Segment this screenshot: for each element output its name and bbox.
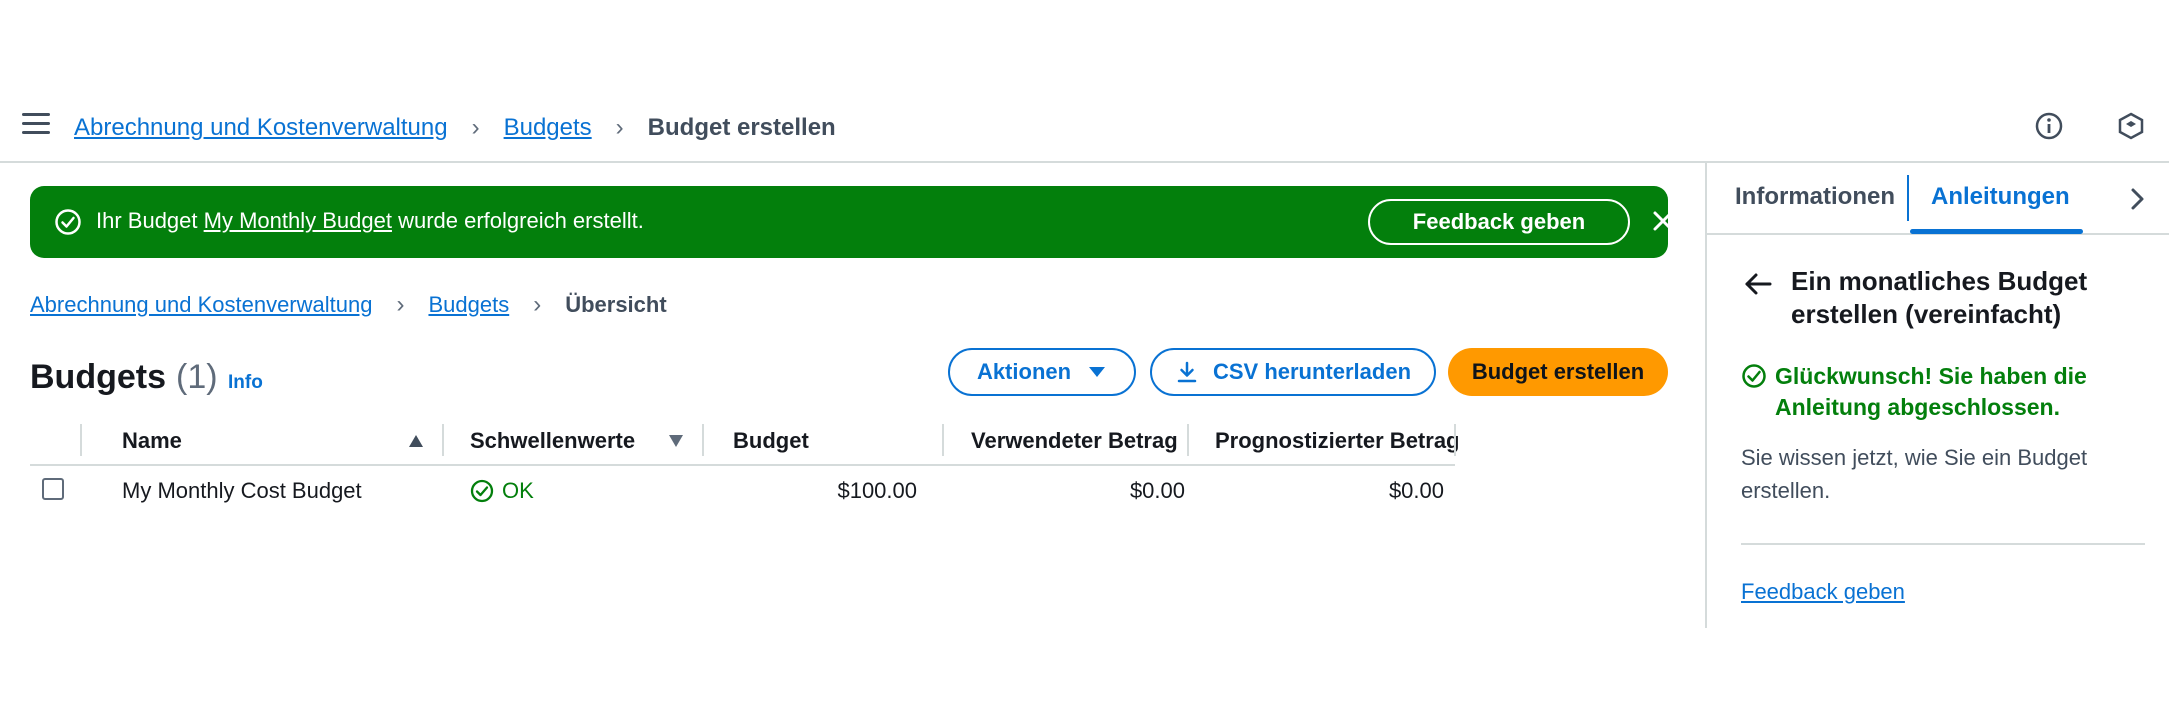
column-divider[interactable]: [442, 424, 444, 456]
success-flashbar: Ihr Budget My Monthly Budget wurde erfol…: [30, 186, 1673, 258]
actions-label: Aktionen: [976, 359, 1072, 384]
sort-ascending-icon[interactable]: [408, 434, 424, 448]
divider: [1741, 543, 2145, 545]
column-header-used[interactable]: Verwendeter Betrag: [971, 428, 1178, 454]
row-checkbox[interactable]: [42, 478, 64, 500]
flash-message: Ihr Budget My Monthly Budget wurde erfol…: [96, 208, 644, 234]
top-breadcrumb: Abrechnung und Kostenverwaltung › Budget…: [74, 114, 836, 142]
breadcrumb-link-budgets[interactable]: Budgets: [428, 292, 509, 318]
breadcrumb-link-billing[interactable]: Abrechnung und Kostenverwaltung: [74, 114, 448, 142]
feedback-link[interactable]: Feedback geben: [1741, 579, 1905, 605]
budgets-table: Name Schwellenwerte Budget Verwendeter B…: [30, 420, 1460, 524]
tab-divider: [1907, 175, 1909, 221]
success-check-icon: [55, 209, 81, 235]
column-header-thresholds[interactable]: Schwellenwerte: [470, 428, 635, 454]
status-text: OK: [502, 478, 534, 503]
status-ok-icon: [470, 479, 494, 503]
flash-message-suffix: wurde erfolgreich erstellt.: [391, 208, 644, 233]
download-icon: [1177, 361, 1197, 383]
column-divider[interactable]: [1454, 424, 1456, 456]
chevron-right-icon: ›: [396, 291, 405, 318]
column-header-name[interactable]: Name: [122, 428, 182, 454]
cell-forecast: $0.00: [1388, 478, 1444, 503]
budget-link[interactable]: My Monthly Budget: [204, 208, 392, 233]
actions-dropdown-button[interactable]: Aktionen: [948, 348, 1136, 396]
panel-tabs: Informationen Anleitungen: [1707, 163, 2169, 235]
csv-label: CSV herunterladen: [1212, 359, 1412, 384]
chevron-right-icon[interactable]: [2125, 185, 2149, 213]
back-arrow-icon[interactable]: [1743, 271, 1773, 297]
sort-descending-icon[interactable]: [668, 434, 684, 448]
info-link[interactable]: Info: [228, 372, 263, 394]
info-circle-icon[interactable]: [2034, 111, 2064, 141]
close-icon[interactable]: [1650, 208, 1676, 234]
flash-message-prefix: Ihr Budget: [96, 208, 204, 233]
table-row[interactable]: My Monthly Cost Budget OK $100.00 $0.00 …: [30, 466, 1455, 524]
column-divider: [80, 424, 82, 456]
cell-used: $0.00: [1129, 478, 1185, 503]
item-count: (1): [176, 358, 218, 396]
active-tab-indicator: [1910, 229, 2083, 234]
help-panel: Informationen Anleitungen Ein monatliche…: [1705, 163, 2169, 628]
caret-down-icon: [1089, 367, 1106, 377]
table-header: Name Schwellenwerte Budget Verwendeter B…: [30, 420, 1460, 466]
page-title: Budgets (1): [30, 358, 218, 397]
create-budget-button[interactable]: Budget erstellen: [1448, 348, 1668, 396]
column-header-forecast[interactable]: Prognostizierter Betrag: [1215, 428, 1460, 454]
cell-name: My Monthly Cost Budget: [122, 478, 362, 503]
guide-title: Ein monatliches Budget erstellen (verein…: [1791, 266, 2088, 329]
breadcrumb-link-budgets[interactable]: Budgets: [504, 114, 592, 142]
hamburger-menu-icon[interactable]: [22, 113, 50, 137]
column-divider[interactable]: [702, 424, 704, 456]
breadcrumb-link-billing[interactable]: Abrechnung und Kostenverwaltung: [30, 292, 372, 318]
chevron-right-icon: ›: [471, 114, 480, 141]
success-check-icon: [1742, 364, 1766, 388]
hexagon-icon[interactable]: [2116, 111, 2146, 141]
breadcrumb-current: Budget erstellen: [647, 114, 836, 141]
cell-status: OK: [470, 478, 534, 504]
column-divider[interactable]: [1187, 424, 1189, 456]
cell-budget: $100.00: [837, 478, 917, 503]
download-csv-button[interactable]: CSV herunterladen: [1150, 348, 1436, 396]
tab-information[interactable]: Informationen: [1735, 183, 1895, 211]
top-navigation-bar: Abrechnung und Kostenverwaltung › Budget…: [0, 95, 2169, 163]
column-divider[interactable]: [942, 424, 944, 456]
page-title-text: Budgets: [30, 358, 166, 396]
column-header-budget[interactable]: Budget: [733, 428, 809, 454]
breadcrumb-current: Übersicht: [565, 292, 667, 317]
feedback-button[interactable]: Feedback geben: [1368, 199, 1630, 245]
tab-guides[interactable]: Anleitungen: [1931, 183, 2070, 211]
chevron-right-icon: ›: [615, 114, 624, 141]
chevron-right-icon: ›: [533, 291, 542, 318]
congrats-message: Glückwunsch! Sie haben die Anleitung abg…: [1775, 363, 2087, 420]
breadcrumb: Abrechnung und Kostenverwaltung › Budget…: [30, 291, 667, 319]
guide-description: Sie wissen jetzt, wie Sie ein Budget ers…: [1741, 445, 2088, 503]
